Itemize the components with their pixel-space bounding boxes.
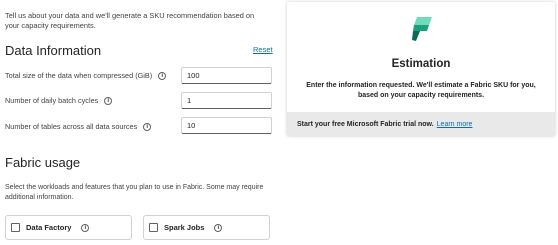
tables-count-label-text: Number of tables across all data sources [5,122,138,131]
microsoft-fabric-logo-icon [412,17,432,41]
fabric-usage-description: Select the workloads and features that y… [5,184,264,201]
workload-data-factory[interactable]: Data Factory i [5,215,132,240]
data-size-label-text: Total size of the data when compressed (… [5,71,153,80]
info-icon[interactable]: i [158,71,167,80]
intro-text: Tell us about your data and we'll genera… [5,11,255,30]
data-size-label: Total size of the data when compressed (… [5,71,167,80]
batch-cycles-label-text: Number of daily batch cycles [5,96,99,105]
workload-spark-jobs[interactable]: Spark Jobs i [143,215,270,240]
estimation-title: Estimation [391,58,451,70]
data-factory-checkbox[interactable] [11,223,20,232]
spark-jobs-checkbox[interactable] [149,223,158,232]
info-icon[interactable]: i [81,223,90,232]
tables-count-input[interactable] [181,117,272,134]
fabric-usage-title: Fabric usage [5,155,81,170]
batch-cycles-label: Number of daily batch cycles i [5,96,113,105]
learn-more-link[interactable]: Learn more [437,121,473,128]
trial-banner: Start your free Microsoft Fabric trial n… [287,112,555,136]
info-icon[interactable]: i [214,223,223,232]
info-icon[interactable]: i [143,122,152,131]
data-size-input[interactable] [181,67,272,84]
info-icon[interactable]: i [104,96,113,105]
estimation-description: Enter the information requested. We'll e… [306,82,536,99]
tables-count-label: Number of tables across all data sources… [5,122,152,131]
sku-form: Tell us about your data and we'll genera… [0,0,280,245]
data-information-title: Data Information [5,43,102,58]
estimation-card: Estimation Enter the information request… [287,2,555,136]
workload-label: Data Factory [26,223,72,232]
batch-cycles-input[interactable] [181,92,272,109]
workload-label: Spark Jobs [164,223,205,232]
trial-text: Start your free Microsoft Fabric trial n… [297,120,434,128]
reset-link[interactable]: Reset [253,45,273,54]
